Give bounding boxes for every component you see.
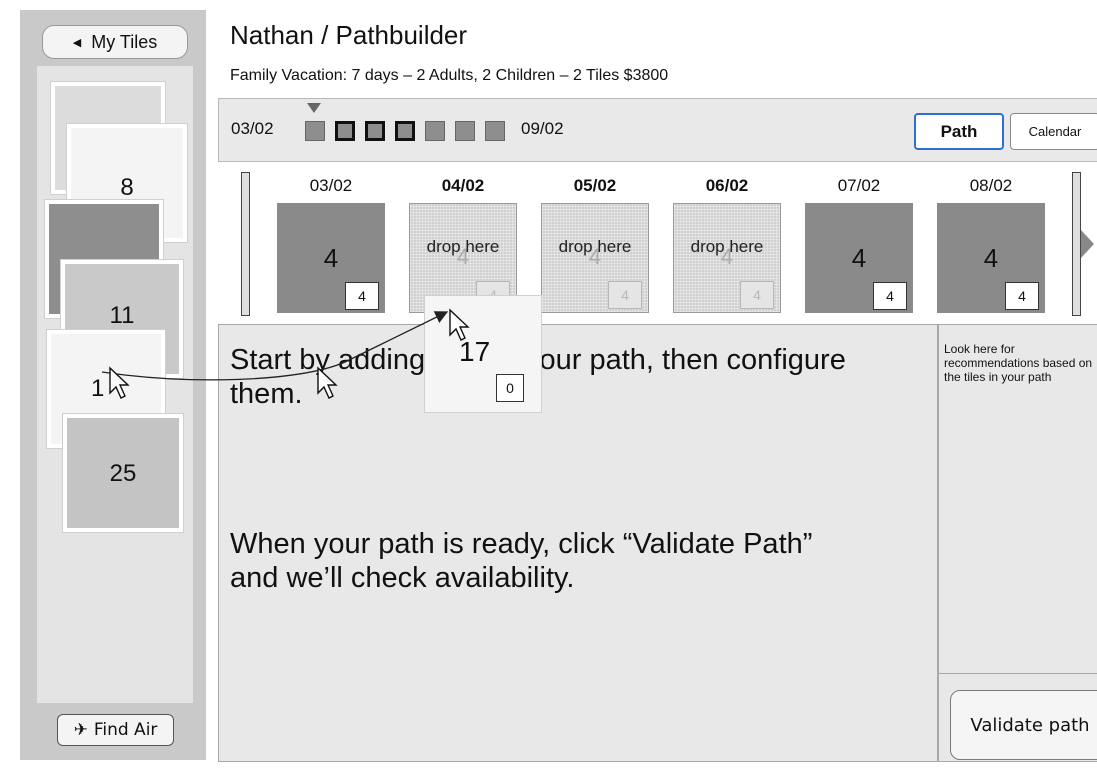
strip-scroll-left[interactable] [241, 172, 250, 316]
day-date: 08/02 [969, 176, 1013, 195]
timeline-day[interactable] [455, 121, 475, 141]
validate-path-button[interactable]: Validate path [950, 690, 1097, 760]
my-tiles-back-button[interactable]: ◀ My Tiles [42, 25, 188, 59]
recommendations-text: Look here for recommendations based on t… [944, 342, 1093, 384]
timeline-day[interactable] [485, 121, 505, 141]
timeline-day[interactable] [425, 121, 445, 141]
tile-count: 4 [608, 281, 642, 309]
day-date: 03/02 [309, 176, 353, 195]
tile-count[interactable]: 4 [1005, 282, 1039, 310]
next-arrow-icon[interactable] [1081, 230, 1094, 258]
tile-count[interactable]: 4 [873, 282, 907, 310]
triangle-left-icon: ◀ [72, 36, 82, 49]
tile-count[interactable]: 4 [345, 282, 379, 310]
dragged-tile[interactable]: 17 0 [424, 295, 542, 413]
timeline-day[interactable] [365, 121, 385, 141]
trip-summary: Family Vacation: 7 days – 2 Adults, 2 Ch… [230, 67, 669, 84]
day-date: 07/02 [837, 176, 881, 195]
day-date: 05/02 [573, 176, 617, 195]
calendar-view-button[interactable]: Calendar [1010, 113, 1097, 150]
tile-count: 0 [496, 374, 524, 402]
tile-count: 4 [740, 281, 774, 309]
my-tiles-label: My Tiles [91, 31, 158, 52]
timeline-day[interactable] [305, 121, 325, 141]
sidebar-tile[interactable]: 25 [63, 414, 183, 532]
timeline-marker-icon [307, 103, 321, 113]
find-air-label: Find Air [93, 720, 158, 740]
drop-target[interactable]: 4 drop here 4 [673, 203, 781, 313]
timeline-day[interactable] [335, 121, 355, 141]
day-tile[interactable]: 4 4 [805, 203, 913, 313]
day-date: 04/02 [441, 176, 485, 195]
find-air-button[interactable]: ✈ Find Air [57, 714, 174, 746]
day-tile[interactable]: 4 4 [937, 203, 1045, 313]
timeline-day[interactable] [395, 121, 415, 141]
timeline-start-date: 03/02 [231, 119, 274, 138]
path-view-button[interactable]: Path [914, 113, 1004, 150]
strip-scroll-right[interactable] [1072, 172, 1081, 316]
drop-target[interactable]: 4 drop here 4 [541, 203, 649, 313]
tile-well: 8 11 1 25 [37, 66, 193, 703]
intro-text: Start by adding tiles to your path, then… [230, 344, 846, 410]
instructions-text: When your path is ready, click “Validate… [230, 528, 813, 594]
airplane-icon: ✈ [73, 720, 88, 740]
page-title: Nathan / Pathbuilder [230, 20, 468, 50]
day-tile[interactable]: 4 4 [277, 203, 385, 313]
day-date: 06/02 [705, 176, 749, 195]
timeline-end-date: 09/02 [521, 119, 564, 138]
